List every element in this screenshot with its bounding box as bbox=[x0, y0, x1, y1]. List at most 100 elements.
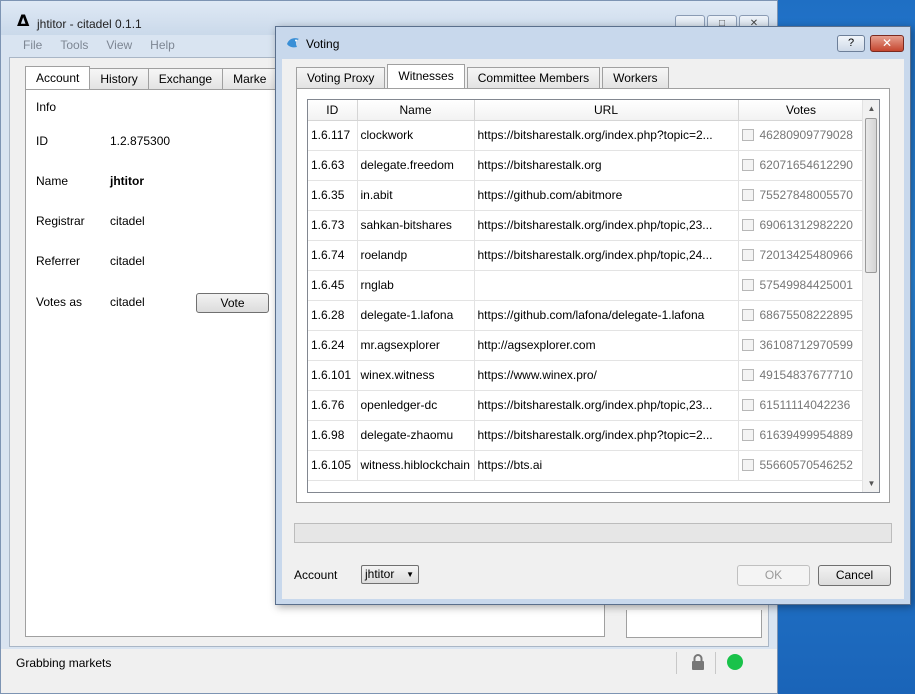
tab-account[interactable]: Account bbox=[25, 66, 91, 89]
tab-committee-members[interactable]: Committee Members bbox=[466, 67, 601, 88]
votes-value: 49154837677710 bbox=[759, 368, 853, 382]
votes-value: 61511114042236 bbox=[759, 398, 851, 412]
info-heading: Info bbox=[36, 100, 57, 114]
table-row[interactable]: 1.6.98 delegate-zhaomu https://bitsharesta… bbox=[308, 420, 865, 451]
cell-name: sahkan-bitshares bbox=[357, 210, 475, 241]
scroll-up-icon[interactable]: ▲ bbox=[863, 100, 879, 117]
table-row[interactable]: 1.6.74 roelandp https://bitsharestalk.org/… bbox=[308, 240, 865, 271]
cell-votes: 75527848005570 bbox=[738, 180, 865, 211]
tab-markets[interactable]: Marke bbox=[222, 68, 278, 89]
vote-checkbox[interactable] bbox=[741, 279, 754, 291]
cell-id: 1.6.98 bbox=[308, 420, 358, 451]
vote-button[interactable]: Vote bbox=[196, 293, 269, 313]
vote-checkbox[interactable] bbox=[741, 189, 754, 201]
help-button[interactable]: ? bbox=[837, 35, 865, 52]
table-scrollbar[interactable]: ▲ ▼ bbox=[862, 100, 879, 492]
column-header-votes[interactable]: Votes bbox=[738, 100, 865, 121]
cell-votes: 69061312982220 bbox=[738, 210, 865, 241]
table-row[interactable]: 1.6.73 sahkan-bitshares https://bitsharest… bbox=[308, 210, 865, 241]
table-row[interactable]: 1.6.24 mr.agsexplorer http://agsexplorer.c… bbox=[308, 330, 865, 361]
cell-url: http://agsexplorer.com bbox=[474, 330, 739, 361]
cell-id: 1.6.105 bbox=[308, 450, 358, 481]
tab-history[interactable]: History bbox=[89, 68, 149, 89]
status-separator bbox=[676, 652, 677, 674]
vote-checkbox[interactable] bbox=[741, 429, 754, 441]
table-row[interactable]: 1.6.45 rnglab 57549984425001 bbox=[308, 270, 865, 301]
menu-view[interactable]: View bbox=[106, 38, 132, 52]
table-row[interactable]: 1.6.101 winex.witness https://www.winex.pr… bbox=[308, 360, 865, 391]
cell-id: 1.6.74 bbox=[308, 240, 358, 271]
field-value: citadel bbox=[110, 295, 145, 309]
cell-url: https://bts.ai bbox=[474, 450, 739, 481]
account-select[interactable]: jhtitor ▼ bbox=[361, 565, 419, 584]
vote-checkbox[interactable] bbox=[741, 369, 754, 381]
vote-checkbox[interactable] bbox=[741, 459, 754, 471]
cell-id: 1.6.76 bbox=[308, 390, 358, 421]
scrollbar-thumb[interactable] bbox=[865, 118, 877, 273]
menu-help[interactable]: Help bbox=[150, 38, 175, 52]
help-icon: ? bbox=[847, 37, 855, 49]
cell-id: 1.6.24 bbox=[308, 330, 358, 361]
menu-tools[interactable]: Tools bbox=[60, 38, 88, 52]
vote-checkbox[interactable] bbox=[741, 159, 754, 171]
cell-id: 1.6.45 bbox=[308, 270, 358, 301]
table-row[interactable]: 1.6.35 in.abit https://github.com/abitmore… bbox=[308, 180, 865, 211]
cell-name: mr.agsexplorer bbox=[357, 330, 475, 361]
vote-checkbox[interactable] bbox=[741, 309, 754, 321]
dialog-close-button[interactable]: ✕ bbox=[870, 35, 904, 52]
table-row[interactable]: 1.6.117 clockwork https://bitsharestalk.or… bbox=[308, 120, 865, 151]
cell-id: 1.6.101 bbox=[308, 360, 358, 391]
cell-url bbox=[474, 270, 739, 301]
column-header-url[interactable]: URL bbox=[474, 100, 739, 121]
account-select-value: jhtitor bbox=[365, 567, 395, 581]
column-header-id[interactable]: ID bbox=[308, 100, 358, 121]
cancel-button[interactable]: Cancel bbox=[818, 565, 891, 586]
vote-checkbox[interactable] bbox=[741, 249, 754, 261]
cell-name: winex.witness bbox=[357, 360, 475, 391]
cell-votes: 68675508222895 bbox=[738, 300, 865, 331]
close-icon: ✕ bbox=[881, 36, 893, 50]
connection-status-icon bbox=[727, 654, 743, 670]
field-value: jhtitor bbox=[110, 174, 144, 188]
table-row[interactable]: 1.6.63 delegate.freedom https://bitsharest… bbox=[308, 150, 865, 181]
cell-name: delegate.freedom bbox=[357, 150, 475, 181]
tab-witnesses[interactable]: Witnesses bbox=[387, 64, 465, 88]
votes-value: 75527848005570 bbox=[759, 188, 853, 202]
cell-votes: 36108712970599 bbox=[738, 330, 865, 361]
status-bar: Grabbing markets bbox=[1, 649, 777, 693]
table-row[interactable]: 1.6.28 delegate-1.lafona https://github.co… bbox=[308, 300, 865, 331]
cell-name: clockwork bbox=[357, 120, 475, 151]
cell-votes: 61639499954889 bbox=[738, 420, 865, 451]
lock-icon[interactable] bbox=[691, 654, 705, 670]
vote-checkbox[interactable] bbox=[741, 399, 754, 411]
cell-votes: 62071654612290 bbox=[738, 150, 865, 181]
ok-button[interactable]: OK bbox=[737, 565, 810, 586]
tab-workers[interactable]: Workers bbox=[602, 67, 669, 88]
cell-url: https://bitsharestalk.org/index.php?topi… bbox=[474, 120, 739, 151]
tab-voting-proxy[interactable]: Voting Proxy bbox=[296, 67, 386, 88]
dialog-body: Voting Proxy Witnesses Committee Members… bbox=[282, 59, 904, 599]
scroll-down-icon[interactable]: ▼ bbox=[863, 475, 879, 492]
menu-file[interactable]: File bbox=[23, 38, 42, 52]
voting-dialog: Voting ? ✕ Voting Proxy Witnesses Commit… bbox=[275, 26, 911, 605]
votes-value: 68675508222895 bbox=[759, 308, 853, 322]
vote-checkbox[interactable] bbox=[741, 339, 754, 351]
field-label: Referrer bbox=[36, 254, 81, 268]
tab-exchange[interactable]: Exchange bbox=[147, 68, 224, 89]
field-label: ID bbox=[36, 134, 48, 148]
votes-value: 69061312982220 bbox=[759, 218, 853, 232]
vote-checkbox[interactable] bbox=[741, 129, 754, 141]
table-row[interactable]: 1.6.76 openledger-dc https://bitsharestalk… bbox=[308, 390, 865, 421]
cell-name: openledger-dc bbox=[357, 390, 475, 421]
vote-checkbox[interactable] bbox=[741, 219, 754, 231]
table-row[interactable]: 1.6.105 witness.hiblockchain https://bts.a… bbox=[308, 450, 865, 481]
cell-id: 1.6.35 bbox=[308, 180, 358, 211]
app-bird-icon bbox=[287, 38, 299, 48]
column-header-name[interactable]: Name bbox=[357, 100, 475, 121]
cell-url: https://bitsharestalk.org/index.php/topi… bbox=[474, 390, 739, 421]
field-label: Votes as bbox=[36, 295, 83, 309]
votes-value: 46280909779028 bbox=[759, 128, 853, 142]
main-window-title: jhtitor - citadel 0.1.1 bbox=[37, 17, 142, 31]
field-value: 1.2.875300 bbox=[110, 134, 171, 148]
progress-bar bbox=[294, 523, 892, 543]
